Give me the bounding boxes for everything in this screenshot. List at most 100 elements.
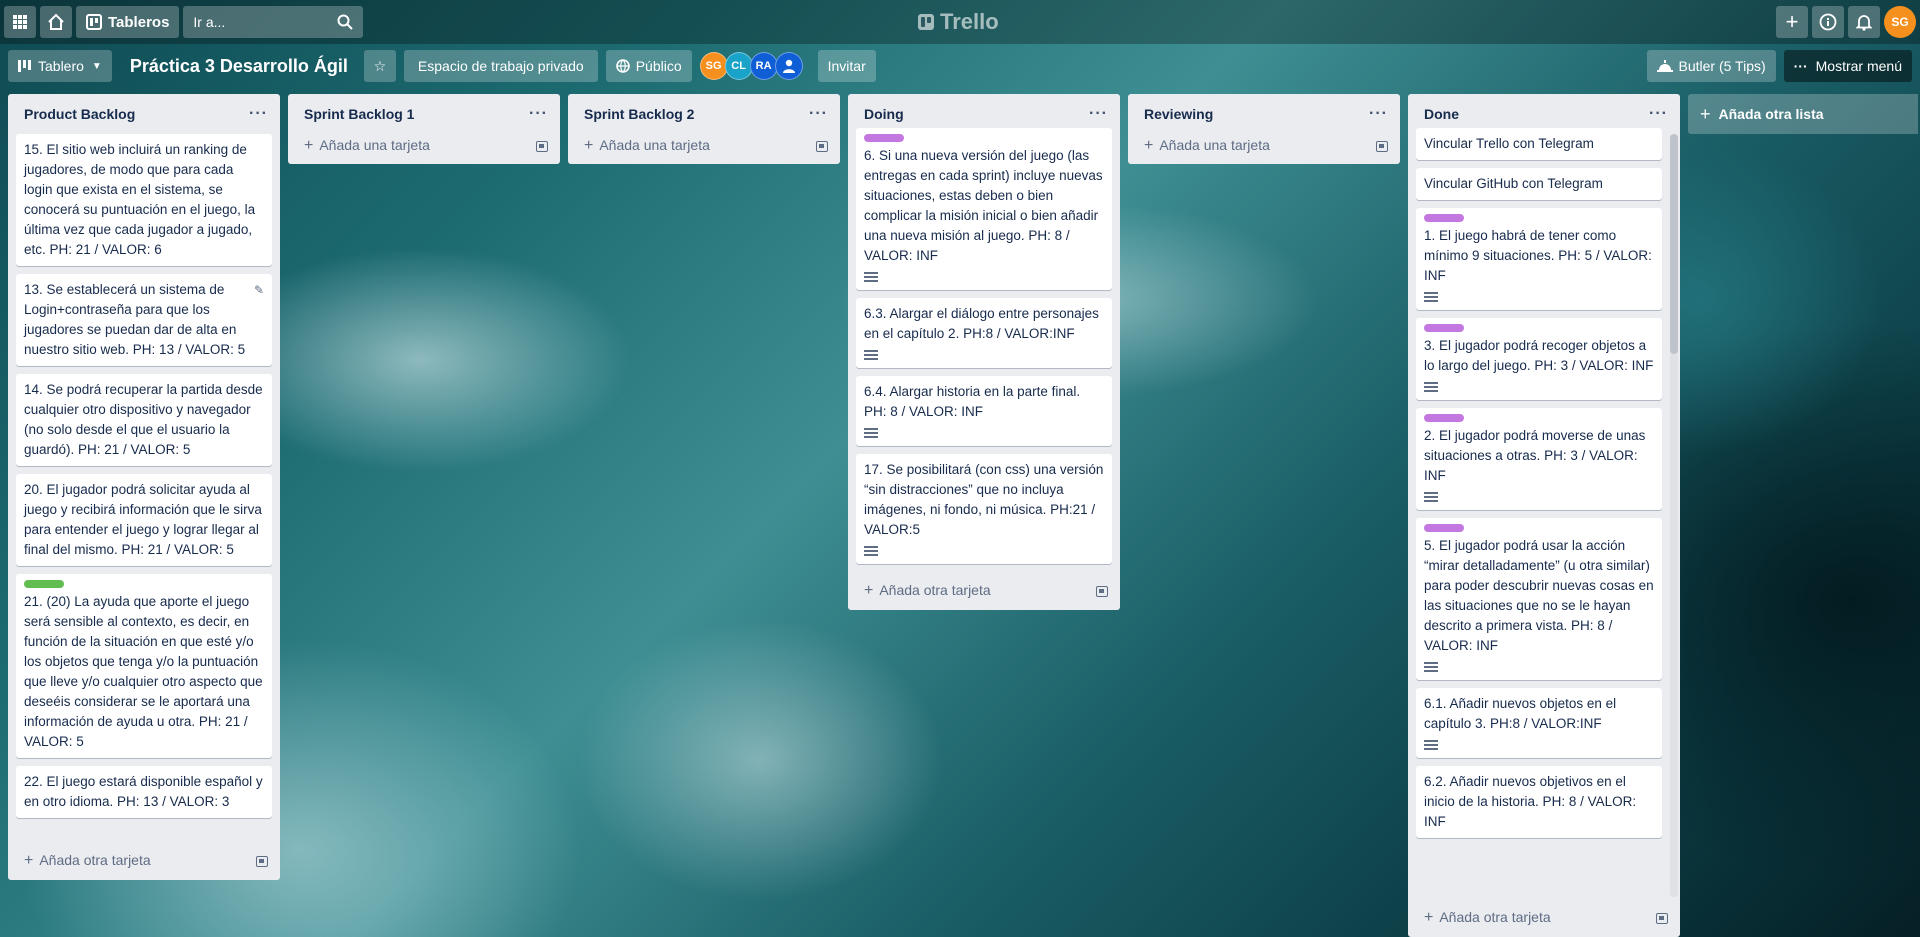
add-card-button[interactable]: + Añada una tarjeta [1128, 128, 1400, 164]
card[interactable]: 22. El juego estará disponible español y… [16, 766, 272, 818]
search-input[interactable] [193, 14, 324, 30]
card[interactable]: 3. El jugador podrá recoger objetos a lo… [1416, 318, 1662, 400]
plus-icon: + [24, 852, 34, 869]
description-icon [864, 350, 878, 360]
invite-button[interactable]: Invitar [817, 50, 876, 82]
user-avatar[interactable]: SG [1884, 6, 1916, 38]
list-menu-icon[interactable]: ··· [1649, 105, 1668, 123]
card[interactable]: 20. El jugador podrá solicitar ayuda al … [16, 474, 272, 566]
add-card-button[interactable]: + Añada una tarjeta [288, 128, 560, 164]
pencil-icon[interactable]: ✎ [254, 280, 264, 300]
boards-button[interactable]: Tableros [76, 6, 180, 38]
card[interactable]: 15. El sitio web incluirá un ranking de … [16, 134, 272, 266]
member-avatar[interactable]: CL [724, 52, 753, 80]
list-menu-icon[interactable]: ··· [809, 105, 828, 123]
card[interactable]: Vincular GitHub con Telegram [1416, 168, 1662, 200]
visibility-label: Público [635, 58, 682, 74]
card[interactable]: 21. (20) La ayuda que aporte el juego se… [16, 574, 272, 758]
visibility-button[interactable]: Público [605, 50, 692, 82]
star-button[interactable]: ☆ [363, 50, 396, 82]
board-view-label: Tablero [38, 58, 84, 74]
show-menu-button[interactable]: ··· Mostrar menú [1783, 50, 1912, 82]
card-label-purple[interactable] [1424, 324, 1464, 332]
card-template-icon[interactable] [1376, 140, 1388, 152]
trello-logo[interactable]: Trello [918, 8, 999, 36]
list-title[interactable]: Reviewing [1144, 106, 1213, 122]
card[interactable]: 6.2. Añadir nuevos objetivos en el inici… [1416, 766, 1662, 838]
add-card-label: Añada otra tarjeta [1439, 909, 1551, 925]
card[interactable]: 6.3. Alargar el diálogo entre personajes… [856, 298, 1112, 368]
list-doing: Doing ··· 6. Si una nueva versión del ju… [848, 94, 1120, 610]
add-card-button[interactable]: + Añada otra tarjeta [8, 842, 280, 880]
card[interactable]: 2. El jugador podrá moverse de unas situ… [1416, 408, 1662, 510]
list-cards: 6. Si una nueva versión del juego (las e… [848, 128, 1120, 572]
apps-grid-icon[interactable] [4, 6, 36, 38]
card-template-icon[interactable] [1656, 912, 1668, 924]
card[interactable]: 5. El jugador podrá usar la acción “mira… [1416, 518, 1662, 680]
card-title: 6.3. Alargar el diálogo entre personajes… [864, 306, 1099, 341]
list-title[interactable]: Doing [864, 106, 904, 122]
list-menu-icon[interactable]: ··· [529, 105, 548, 123]
info-button[interactable] [1812, 6, 1844, 38]
card-title: 15. El sitio web incluirá un ranking de … [24, 142, 256, 257]
card-label-green[interactable] [24, 580, 64, 588]
list-title[interactable]: Sprint Backlog 1 [304, 106, 414, 122]
card[interactable]: Vincular Trello con Telegram [1416, 128, 1662, 160]
board-view-switcher[interactable]: Tablero ▼ [8, 50, 112, 82]
card-template-icon[interactable] [536, 140, 548, 152]
card[interactable]: 6. Si una nueva versión del juego (las e… [856, 128, 1112, 290]
card-label-purple[interactable] [864, 134, 904, 142]
list-cards: Vincular Trello con Telegram Vincular Gi… [1408, 128, 1680, 899]
list-scrollbar-thumb[interactable] [1670, 134, 1678, 354]
card-template-icon[interactable] [256, 855, 268, 867]
card-title: 14. Se podrá recuperar la partida desde … [24, 382, 263, 457]
member-avatar[interactable] [774, 52, 803, 80]
card-label-purple[interactable] [1424, 524, 1464, 532]
card[interactable]: 6.4. Alargar historia en la parte final.… [856, 376, 1112, 446]
list-title[interactable]: Product Backlog [24, 106, 135, 122]
card[interactable]: 6.1. Añadir nuevos objetos en el capítul… [1416, 688, 1662, 758]
card[interactable]: 1. El juego habrá de tener como mínimo 9… [1416, 208, 1662, 310]
list-title[interactable]: Sprint Backlog 2 [584, 106, 694, 122]
home-button[interactable] [40, 6, 72, 38]
card-template-icon[interactable] [816, 140, 828, 152]
list-menu-icon[interactable]: ··· [249, 105, 268, 123]
star-icon: ☆ [373, 57, 387, 74]
list-scrollbar[interactable] [1670, 134, 1678, 897]
description-icon [1424, 292, 1438, 302]
description-icon [1424, 382, 1438, 392]
add-card-label: Añada una tarjeta [1159, 137, 1270, 153]
add-card-button[interactable]: + Añada otra tarjeta [848, 572, 1120, 610]
add-card-button[interactable]: + Añada una tarjeta [568, 128, 840, 164]
card-label-purple[interactable] [1424, 214, 1464, 222]
butler-button[interactable]: Butler (5 Tips) [1646, 50, 1776, 82]
card-template-icon[interactable] [1096, 585, 1108, 597]
card[interactable]: 17. Se posibilitará (con css) una versió… [856, 454, 1112, 564]
bell-icon [1856, 15, 1872, 31]
member-avatar[interactable]: SG [699, 52, 728, 80]
workspace-button[interactable]: Espacio de trabajo privado [403, 50, 598, 82]
card-label-purple[interactable] [1424, 414, 1464, 422]
card[interactable]: ✎ 13. Se establecerá un sistema de Login+… [16, 274, 272, 366]
notifications-button[interactable] [1848, 6, 1880, 38]
list-title[interactable]: Done [1424, 106, 1459, 122]
board-title[interactable]: Práctica 3 Desarrollo Ágil [120, 50, 358, 82]
butler-label: Butler (5 Tips) [1678, 58, 1766, 74]
plus-icon: + [584, 137, 594, 154]
list-sprint-backlog-1: Sprint Backlog 1 ··· + Añada una tarjeta [288, 94, 560, 164]
member-avatar[interactable]: RA [749, 52, 778, 80]
add-card-button[interactable]: + Añada otra tarjeta [1408, 899, 1680, 937]
add-card-label: Añada una tarjeta [319, 137, 430, 153]
card[interactable]: 14. Se podrá recuperar la partida desde … [16, 374, 272, 466]
list-header[interactable]: Product Backlog ··· [8, 94, 280, 134]
top-navigation-bar: Tableros Trello + SG [0, 0, 1920, 44]
create-button[interactable]: + [1776, 6, 1808, 38]
search-icon [337, 14, 354, 30]
list-menu-icon[interactable]: ··· [1089, 105, 1108, 123]
list-menu-icon[interactable]: ··· [1369, 105, 1388, 123]
boards-icon [86, 14, 102, 30]
list-cards: 15. El sitio web incluirá un ranking de … [8, 134, 280, 842]
add-list-button[interactable]: + Añada otra lista [1688, 94, 1918, 134]
search-box[interactable] [183, 6, 364, 38]
user-icon [782, 59, 795, 73]
